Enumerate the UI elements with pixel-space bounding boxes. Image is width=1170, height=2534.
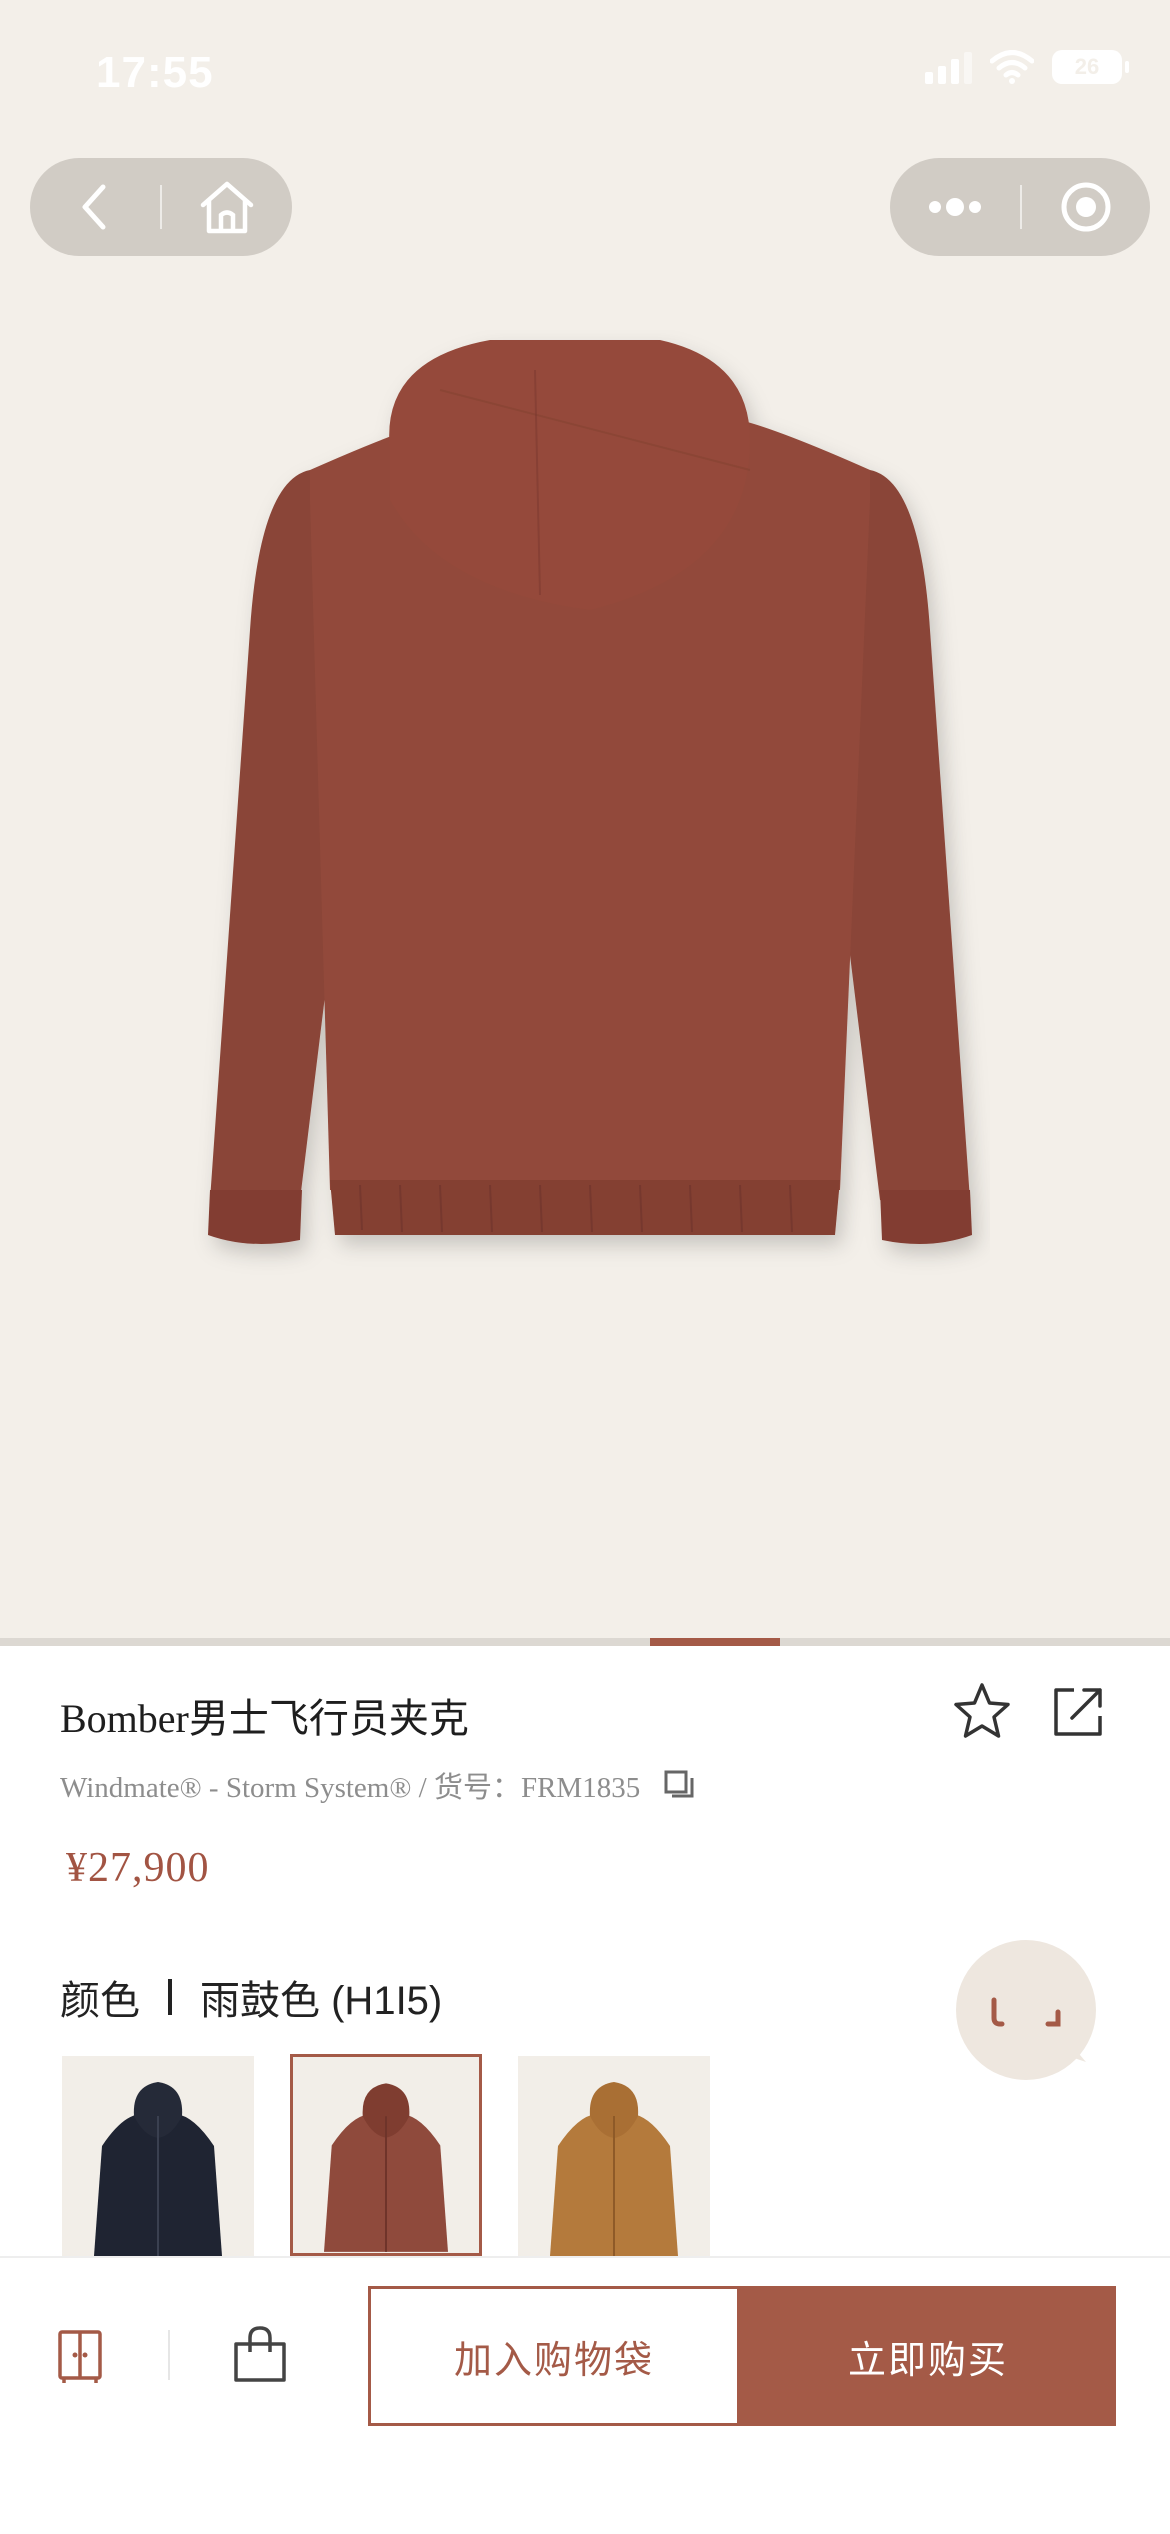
close-circle-icon [1061,182,1111,232]
color-selector-label: 颜色 雨鼓色 (H1I5) [60,1968,442,2026]
color-swatch-navy[interactable] [62,2056,254,2256]
color-swatch-rust[interactable] [290,2054,482,2256]
buy-now-button[interactable]: 立即购买 [740,2286,1116,2426]
shopping-bag-icon[interactable] [228,2322,292,2386]
home-icon [200,181,254,234]
add-to-bag-button[interactable]: 加入购物袋 [368,2286,740,2426]
back-icon [82,184,106,230]
carousel-indicator-track [0,1638,1170,1646]
product-image-carousel[interactable]: 17:55 26 [0,0,1170,1640]
nav-capsule [30,158,292,256]
more-icon [929,198,981,216]
customer-service-button[interactable] [956,1940,1096,2080]
more-button[interactable] [890,158,1020,256]
product-subtitle: Windmate® - Storm System® / 货号：FRM1835 [60,1764,696,1806]
color-swatch-camel[interactable] [518,2056,710,2256]
color-value: 雨鼓色 (H1I5) [200,1979,443,2023]
navy-jacket-thumbnail [94,2082,222,2256]
status-icons: 26 [925,50,1129,84]
product-sku-text: Windmate® - Storm System® / 货号：FRM1835 [60,1772,641,1804]
color-label: 颜色 [60,1979,140,2023]
close-button[interactable] [1022,158,1150,256]
signal-icon [925,50,972,84]
bottom-bar-divider [168,2330,170,2380]
chat-face-icon [991,1997,1086,2062]
back-button[interactable] [30,158,160,256]
carousel-indicator-active [650,1638,780,1646]
share-icon[interactable] [1048,1682,1108,1742]
star-icon[interactable] [950,1680,1014,1744]
rust-jacket-thumbnail [324,2083,448,2252]
copy-icon[interactable] [662,1768,696,1802]
home-button[interactable] [162,158,292,256]
wardrobe-icon[interactable] [50,2326,110,2386]
mini-program-capsule [890,158,1150,256]
wifi-icon [990,50,1034,84]
product-title: Bomber男士飞行员夹克 [60,1696,469,1741]
battery-icon: 26 [1052,50,1129,84]
product-price: ¥27,900 [66,1845,210,1891]
color-separator [168,1979,172,2015]
status-time: 17:55 [96,48,214,97]
product-image [208,340,972,1244]
camel-jacket-thumbnail [550,2082,678,2256]
